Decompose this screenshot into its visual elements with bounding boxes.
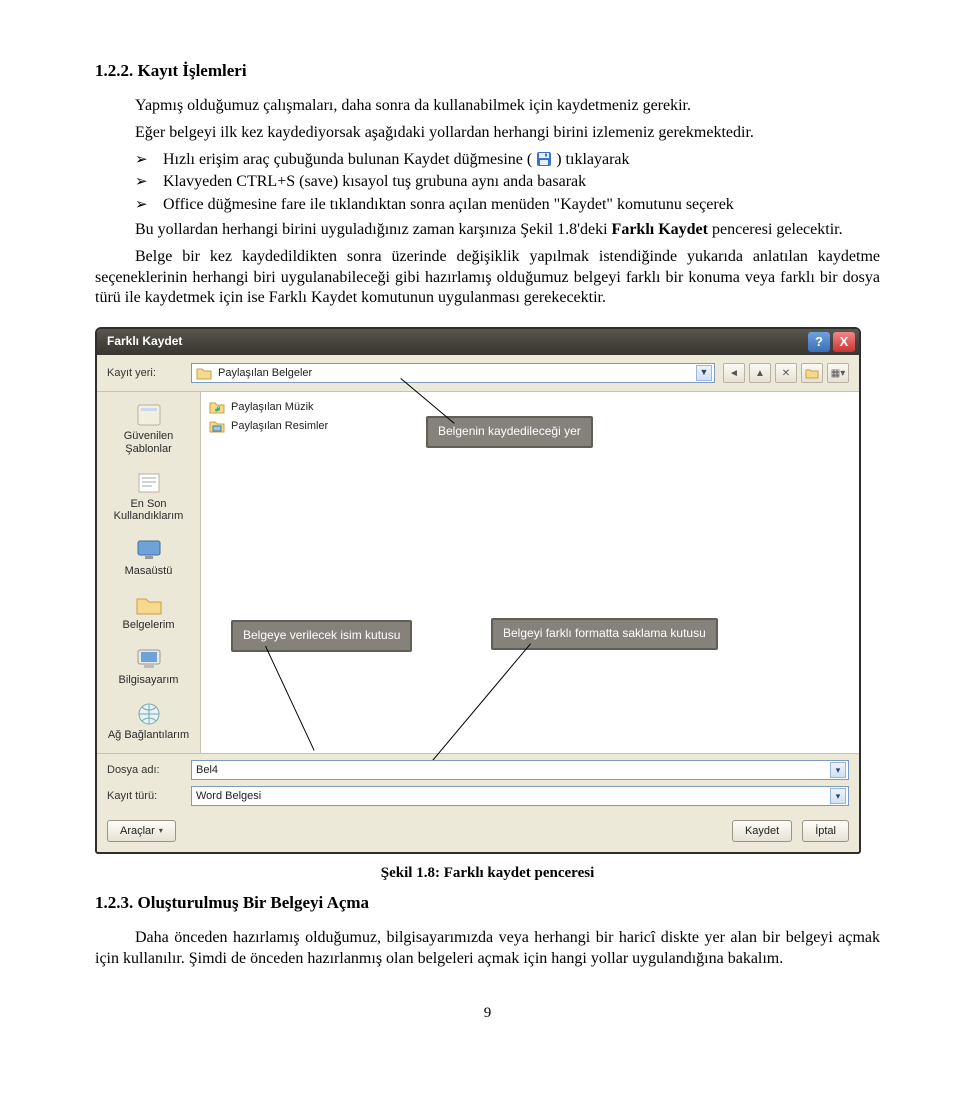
save-in-combo[interactable]: Paylaşılan Belgeler ▼ — [191, 363, 715, 383]
place-trusted-templates[interactable]: Güvenilen Şablonlar — [97, 396, 200, 463]
bullet-1: ➢ Hızlı erişim araç çubuğunda bulunan Ka… — [95, 150, 880, 171]
bullet-mark: ➢ — [135, 150, 163, 170]
place-desktop[interactable]: Masaüstü — [97, 531, 200, 586]
paragraph-open: Daha önceden hazırlamış olduğumuz, bilgi… — [95, 928, 880, 970]
bullet-1-text-a: Hızlı erişim araç çubuğunda bulunan Kayd… — [163, 151, 532, 168]
delete-icon[interactable]: ✕ — [775, 363, 797, 383]
bullet-mark: ➢ — [135, 195, 163, 215]
filename-label: Dosya adı: — [107, 763, 183, 777]
place-network[interactable]: Ağ Bağlantılarım — [97, 695, 200, 750]
cancel-button[interactable]: İptal — [802, 820, 849, 842]
chevron-down-icon: ▾ — [830, 788, 846, 804]
dialog-title: Farklı Kaydet — [107, 334, 182, 350]
section-1-heading: 1.2.2. Kayıt İşlemleri — [95, 60, 880, 82]
up-icon[interactable]: ▲ — [749, 363, 771, 383]
chevron-down-icon: ▼ — [696, 365, 712, 381]
paragraph-intro-2: Eğer belgeyi ilk kez kaydediyorsak aşağı… — [95, 123, 880, 144]
save-in-label: Kayıt yeri: — [107, 366, 183, 380]
save-in-value: Paylaşılan Belgeler — [218, 366, 312, 380]
save-button[interactable]: Kaydet — [732, 820, 792, 842]
paragraph-result: Bu yollardan herhangi birini uyguladığın… — [95, 220, 880, 241]
bullet-list: ➢ Hızlı erişim araç çubuğunda bulunan Ka… — [95, 150, 880, 216]
callout-filetype: Belgeyi farklı formatta saklama kutusu — [491, 618, 718, 650]
place-computer[interactable]: Bilgisayarım — [97, 640, 200, 695]
file-item-music[interactable]: Paylaşılan Müzik — [209, 398, 851, 416]
save-icon — [536, 151, 552, 167]
folder-pictures-icon — [209, 419, 225, 433]
new-folder-icon[interactable] — [801, 363, 823, 383]
views-icon[interactable]: ▦ ▾ — [827, 363, 849, 383]
places-bar: Güvenilen Şablonlar En Son Kullandıkları… — [97, 392, 201, 753]
bullet-mark: ➢ — [135, 172, 163, 192]
filetype-select[interactable]: Word Belgesi ▾ — [191, 786, 849, 806]
dialog-fields: Dosya adı: Bel4 ▾ Kayıt türü: Word Belge… — [97, 753, 859, 814]
dialog-footer: Araçlar▾ Kaydet İptal — [97, 814, 859, 852]
tools-button[interactable]: Araçlar▾ — [107, 820, 176, 842]
figure-caption: Şekil 1.8: Farklı kaydet penceresi — [95, 864, 880, 884]
save-as-dialog: Farklı Kaydet ? X Kayıt yeri: Paylaşılan… — [95, 327, 861, 854]
page-number: 9 — [95, 1004, 880, 1024]
bullet-2-text: Klavyeden CTRL+S (save) kısayol tuş grub… — [163, 172, 880, 193]
dialog-titlebar: Farklı Kaydet ? X — [97, 329, 859, 355]
bullet-3-text: Office düğmesine fare ile tıklandıktan s… — [163, 195, 880, 216]
section-2-heading: 1.2.3. Oluşturulmuş Bir Belgeyi Açma — [95, 892, 880, 914]
chevron-down-icon: ▾ — [830, 762, 846, 778]
paragraph-explain: Belge bir kez kaydedildikten sonra üzeri… — [95, 247, 880, 309]
filename-input[interactable]: Bel4 ▾ — [191, 760, 849, 780]
folder-icon — [196, 366, 212, 380]
folder-music-icon — [209, 400, 225, 414]
toolbar-icons: ◄ ▲ ✕ ▦ ▾ — [723, 363, 849, 383]
file-list-pane[interactable]: Paylaşılan Müzik Paylaşılan Resimler Bel… — [201, 392, 859, 753]
callout-filename: Belgeye verilecek isim kutusu — [231, 620, 412, 652]
place-recent[interactable]: En Son Kullandıklarım — [97, 464, 200, 531]
close-button[interactable]: X — [833, 332, 855, 352]
filetype-label: Kayıt türü: — [107, 789, 183, 803]
bullet-2: ➢ Klavyeden CTRL+S (save) kısayol tuş gr… — [95, 172, 880, 193]
help-button[interactable]: ? — [808, 332, 830, 352]
place-documents[interactable]: Belgelerim — [97, 585, 200, 640]
paragraph-intro-1: Yapmış olduğumuz çalışmaları, daha sonra… — [95, 96, 880, 117]
dialog-topbar: Kayıt yeri: Paylaşılan Belgeler ▼ ◄ ▲ ✕ … — [97, 355, 859, 392]
bullet-3: ➢ Office düğmesine fare ile tıklandıktan… — [95, 195, 880, 216]
back-icon[interactable]: ◄ — [723, 363, 745, 383]
bullet-1-text-b: ) tıklayarak — [556, 151, 629, 168]
